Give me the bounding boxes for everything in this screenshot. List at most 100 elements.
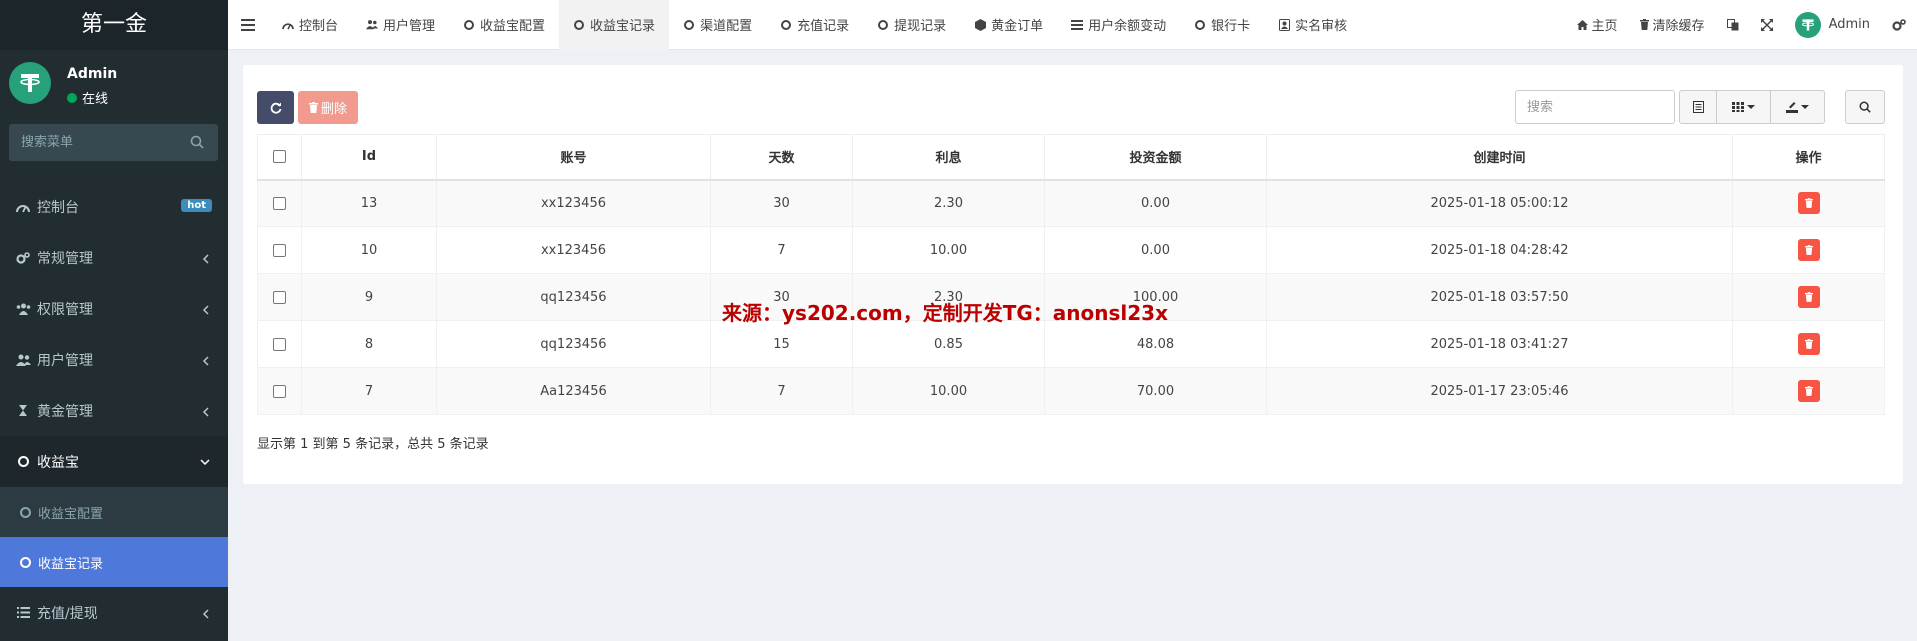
sidebar-item-general[interactable]: 常规管理 <box>0 232 228 283</box>
cell-created: 2025-01-17 23:05:46 <box>1266 367 1733 415</box>
column-header[interactable]: 创建时间 <box>1266 134 1733 181</box>
row-delete-button[interactable] <box>1797 333 1820 355</box>
tab-yield-config[interactable]: 收益宝配置 <box>449 0 559 50</box>
tab-label: 收益宝记录 <box>590 19 656 34</box>
row-checkbox[interactable] <box>273 290 286 304</box>
app-logo[interactable]: 第一金 <box>0 0 228 50</box>
column-header[interactable]: 利息 <box>852 134 1045 181</box>
trash-icon <box>1804 198 1813 209</box>
tab-id-verification[interactable]: 实名审核 <box>1264 0 1361 50</box>
tab-user-management[interactable]: 用户管理 <box>352 0 449 50</box>
home-button[interactable]: 主页 <box>1566 0 1629 50</box>
sidebar-item-users[interactable]: 用户管理 <box>0 334 228 385</box>
sidebar-subitem-yield-records[interactable]: 收益宝记录 <box>0 537 228 587</box>
cell-created: 2025-01-18 03:57:50 <box>1266 273 1733 321</box>
cell-days: 7 <box>710 226 853 274</box>
table-row: 8 qq123456 15 0.85 48.08 2025-01-18 03:4… <box>257 320 1885 368</box>
clear-cache-button[interactable]: 清除缓存 <box>1629 0 1716 50</box>
content-panel: 删除 Id 账号 天数 利息 投资金额 创建时间 <box>243 65 1903 484</box>
cogs-icon <box>15 251 31 265</box>
sidebar-item-gold[interactable]: 黄金管理 <box>0 385 228 436</box>
expand-icon <box>1760 18 1773 31</box>
column-header[interactable]: 天数 <box>710 134 853 181</box>
search-icon[interactable] <box>190 135 204 149</box>
column-header[interactable]: 投资金额 <box>1044 134 1267 181</box>
refresh-button[interactable] <box>257 91 294 124</box>
column-header: 操作 <box>1732 134 1885 181</box>
row-checkbox[interactable] <box>273 196 286 210</box>
tab-label: 收益宝配置 <box>480 19 546 34</box>
row-delete-button[interactable] <box>1797 239 1820 261</box>
row-delete-button[interactable] <box>1797 286 1820 308</box>
chevron-left-icon <box>202 254 209 264</box>
sidebar-toggle-button[interactable] <box>228 0 268 50</box>
toggle-view-button[interactable] <box>1679 90 1717 124</box>
row-delete-button[interactable] <box>1797 380 1820 402</box>
column-header[interactable]: 账号 <box>436 134 711 181</box>
cube-icon <box>974 18 986 31</box>
tab-balance-changes[interactable]: 用户余额变动 <box>1057 0 1180 50</box>
refresh-icon <box>270 102 281 114</box>
tab-bank-cards[interactable]: 银行卡 <box>1180 0 1264 50</box>
hot-badge: hot <box>181 199 212 212</box>
sidebar-item-permission[interactable]: 权限管理 <box>0 283 228 334</box>
select-all-checkbox[interactable] <box>273 150 286 164</box>
delete-label: 删除 <box>321 102 348 117</box>
admin-user-menu[interactable]: Admin <box>1784 0 1881 50</box>
cell-id: 13 <box>301 179 437 227</box>
row-checkbox[interactable] <box>273 337 286 351</box>
tab-dashboard[interactable]: 控制台 <box>268 0 352 50</box>
table-row: 10 xx123456 7 10.00 0.00 2025-01-18 04:2… <box>257 226 1885 274</box>
row-checkbox[interactable] <box>273 243 286 257</box>
toolbar-left: 删除 <box>257 91 359 124</box>
cell-actions <box>1732 226 1885 274</box>
sidebar-item-recharge-withdraw[interactable]: 充值/提现 <box>0 587 228 638</box>
menu-icon <box>241 18 255 31</box>
tab-withdraw-records[interactable]: 提现记录 <box>863 0 960 50</box>
language-button[interactable] <box>1716 0 1750 50</box>
clear-cache-label: 清除缓存 <box>1652 19 1705 34</box>
sidebar-item-dashboard[interactable]: 控制台 hot <box>0 181 228 232</box>
sidebar-item-yield[interactable]: 收益宝 <box>0 436 228 487</box>
circle-o-icon <box>20 506 31 518</box>
tab-recharge-records[interactable]: 充值记录 <box>766 0 863 50</box>
online-dot-icon <box>67 92 77 103</box>
row-checkbox[interactable] <box>273 384 286 398</box>
cell-actions <box>1732 320 1885 368</box>
hourglass-icon <box>15 404 31 418</box>
cell-account: xx123456 <box>436 226 711 274</box>
cell-account: qq123456 <box>436 273 711 321</box>
tab-yield-records[interactable]: 收益宝记录 <box>559 0 670 50</box>
language-icon <box>1726 18 1739 30</box>
cell-days: 30 <box>710 179 853 227</box>
settings-button[interactable] <box>1881 0 1917 50</box>
trash-icon <box>1804 386 1813 396</box>
tab-gold-orders[interactable]: 黄金订单 <box>960 0 1057 50</box>
advanced-search-button[interactable] <box>1845 90 1885 124</box>
tab-label: 实名审核 <box>1295 19 1348 34</box>
sidebar-subitem-yield-config[interactable]: 收益宝配置 <box>0 487 228 537</box>
table-row: 7 Aa123456 7 10.00 70.00 2025-01-17 23:0… <box>257 367 1885 415</box>
tab-channel-config[interactable]: 渠道配置 <box>669 0 766 50</box>
table-search-input[interactable] <box>1515 90 1675 124</box>
toolbar-right <box>1515 90 1885 124</box>
chevron-down-icon <box>200 459 210 466</box>
group-icon <box>15 302 31 316</box>
avatar <box>1794 11 1821 38</box>
home-label: 主页 <box>1591 19 1618 34</box>
row-delete-button[interactable] <box>1797 192 1820 215</box>
chevron-left-icon <box>202 305 209 315</box>
export-dropdown-button[interactable] <box>1771 90 1825 124</box>
column-header[interactable]: Id <box>301 134 437 181</box>
tab-label: 充值记录 <box>797 19 850 34</box>
menu-search-input[interactable] <box>9 124 218 161</box>
delete-button[interactable]: 删除 <box>298 91 359 124</box>
sidebar-nav: 控制台 hot 常规管理 权限管理 用户管理 黄金管理 收益宝 收益宝配置 收益… <box>0 181 228 638</box>
users-icon <box>15 353 31 367</box>
user-status-text: 在线 <box>82 92 109 107</box>
chevron-left-icon <box>202 609 209 619</box>
trash-icon <box>1804 292 1813 302</box>
fullscreen-button[interactable] <box>1750 0 1784 50</box>
trash-icon <box>309 102 318 113</box>
columns-dropdown-button[interactable] <box>1717 90 1771 124</box>
